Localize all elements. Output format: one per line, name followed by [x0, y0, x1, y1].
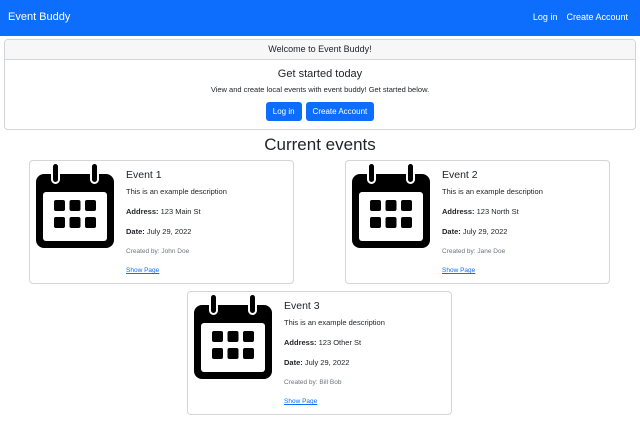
date-value: July 29, 2022	[304, 358, 350, 367]
welcome-button-row: Log in Create Account	[5, 102, 635, 121]
address-value: 123 Other St	[318, 338, 362, 347]
brand-link[interactable]: Event Buddy	[8, 11, 70, 23]
event-description: This is an example description	[126, 187, 227, 196]
event-date: Date: July 29, 2022	[442, 227, 603, 236]
event-address: Address: 123 North St	[442, 207, 603, 216]
event-title: Event 3	[284, 300, 320, 312]
calendar-icon	[352, 162, 430, 248]
event-creator: Created by: John Doe	[126, 248, 190, 255]
nav-create-account-link[interactable]: Create Account	[566, 12, 628, 22]
address-label: Address:	[284, 338, 317, 347]
event-address: Address: 123 Other St	[284, 338, 445, 347]
welcome-card: Welcome to Event Buddy! Get started toda…	[4, 39, 636, 130]
event-card-body: Event 3 This is an example description A…	[284, 300, 445, 405]
show-page-link[interactable]: Show Page	[284, 398, 445, 405]
address-label: Address:	[126, 207, 159, 216]
date-label: Date:	[284, 358, 303, 367]
event-date: Date: July 29, 2022	[284, 358, 445, 367]
event-title: Event 2	[442, 169, 478, 181]
calendar-icon	[194, 293, 272, 379]
event-creator: Created by: Jane Doe	[442, 248, 506, 255]
event-card: Event 3 This is an example description A…	[187, 291, 452, 415]
show-page-link[interactable]: Show Page	[442, 267, 603, 274]
navbar: Event Buddy Log in Create Account	[0, 0, 640, 36]
create-account-button[interactable]: Create Account	[305, 102, 375, 121]
date-label: Date:	[126, 227, 145, 236]
address-label: Address:	[442, 207, 475, 216]
address-value: 123 North St	[476, 207, 519, 216]
event-card: Event 2 This is an example description A…	[345, 160, 610, 284]
welcome-text: View and create local events with event …	[210, 85, 430, 94]
nav-links: Log in Create Account	[533, 12, 628, 22]
date-label: Date:	[442, 227, 461, 236]
welcome-title: Get started today	[277, 68, 363, 80]
calendar-icon	[36, 162, 114, 248]
date-value: July 29, 2022	[462, 227, 508, 236]
section-title: Current events	[264, 135, 376, 154]
event-card-body: Event 2 This is an example description A…	[442, 169, 603, 274]
login-button[interactable]: Log in	[265, 102, 302, 121]
event-description: This is an example description	[442, 187, 543, 196]
event-description: This is an example description	[284, 318, 385, 327]
event-card: Event 1 This is an example description A…	[29, 160, 294, 284]
event-date: Date: July 29, 2022	[126, 227, 287, 236]
event-title: Event 1	[126, 169, 162, 181]
event-creator: Created by: Bill Bob	[284, 379, 342, 386]
address-value: 123 Main St	[160, 207, 201, 216]
event-address: Address: 123 Main St	[126, 207, 287, 216]
nav-login-link[interactable]: Log in	[533, 12, 558, 22]
date-value: July 29, 2022	[146, 227, 192, 236]
event-card-body: Event 1 This is an example description A…	[126, 169, 287, 274]
show-page-link[interactable]: Show Page	[126, 267, 287, 274]
welcome-card-header: Welcome to Event Buddy!	[5, 40, 635, 60]
